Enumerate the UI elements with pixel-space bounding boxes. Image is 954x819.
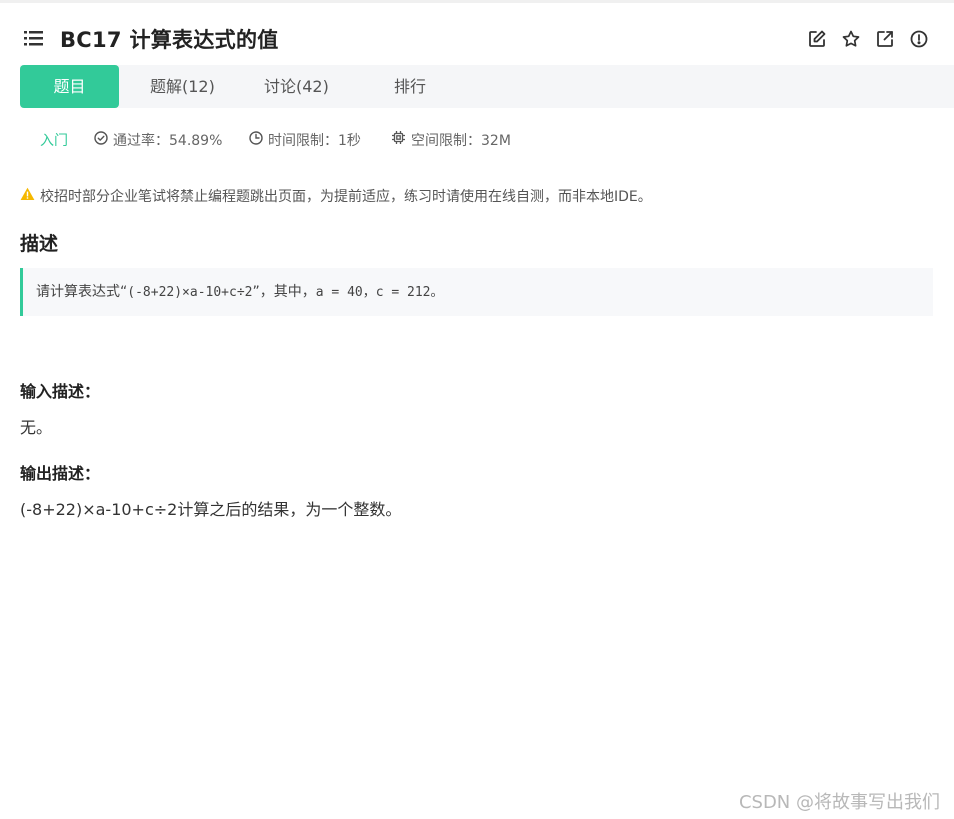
problem-title: BC17 计算表达式的值 [60, 28, 279, 52]
report-icon[interactable] [908, 28, 930, 50]
description-values: a = 40，c = 212。 [315, 285, 444, 300]
input-heading: 输入描述： [20, 382, 101, 401]
notice-text: 校招时部分企业笔试将禁止编程题跳出页面，为提前适应，练习时请使用在线自测，而非本… [40, 189, 652, 205]
description-heading: 描述 [20, 233, 59, 255]
edit-icon[interactable] [806, 28, 828, 50]
chip-icon [391, 130, 406, 152]
problem-header: BC17 计算表达式的值 [0, 16, 954, 60]
input-text: 无。 [20, 418, 53, 437]
csdn-watermark: CSDN @将故事写出我们 [738, 792, 940, 813]
space-limit: 空间限制：32M [391, 130, 511, 152]
description-expression: (-8+22)×a-10+c÷2 [127, 285, 253, 300]
problem-tabs: 题目 题解(12) 讨论(42) 排行 [20, 65, 954, 108]
description-box: 请计算表达式“(-8+22)×a-10+c÷2”，其中，a = 40，c = 2… [20, 268, 933, 316]
tab-discussion[interactable]: 讨论(42) [264, 65, 329, 108]
difficulty-badge: 入门 [40, 133, 68, 149]
top-border [0, 0, 954, 3]
share-icon[interactable] [874, 28, 896, 50]
pass-rate: 通过率：54.89% [94, 130, 222, 152]
clock-icon [249, 130, 263, 152]
tab-ranking[interactable]: 排行 [394, 65, 426, 108]
description-suffix: ”，其中， [252, 284, 316, 300]
star-icon[interactable] [840, 28, 862, 50]
time-limit-text: 时间限制：1秒 [268, 133, 361, 149]
warning-icon [20, 187, 35, 205]
output-heading: 输出描述： [20, 464, 101, 483]
pass-rate-text: 通过率：54.89% [113, 133, 223, 149]
tab-problem[interactable]: 题目 [20, 65, 119, 108]
check-circle-icon [94, 130, 108, 152]
time-limit: 时间限制：1秒 [249, 130, 361, 152]
description-prefix: 请计算表达式“ [36, 284, 128, 300]
space-limit-text: 空间限制：32M [411, 133, 511, 149]
exam-notice: 校招时部分企业笔试将禁止编程题跳出页面，为提前适应，练习时请使用在线自测，而非本… [20, 185, 652, 207]
tab-solutions[interactable]: 题解(12) [150, 65, 215, 108]
menu-list-icon[interactable] [24, 29, 44, 47]
output-text: (-8+22)×a-10+c÷2计算之后的结果，为一个整数。 [20, 500, 402, 519]
header-actions [806, 28, 930, 50]
